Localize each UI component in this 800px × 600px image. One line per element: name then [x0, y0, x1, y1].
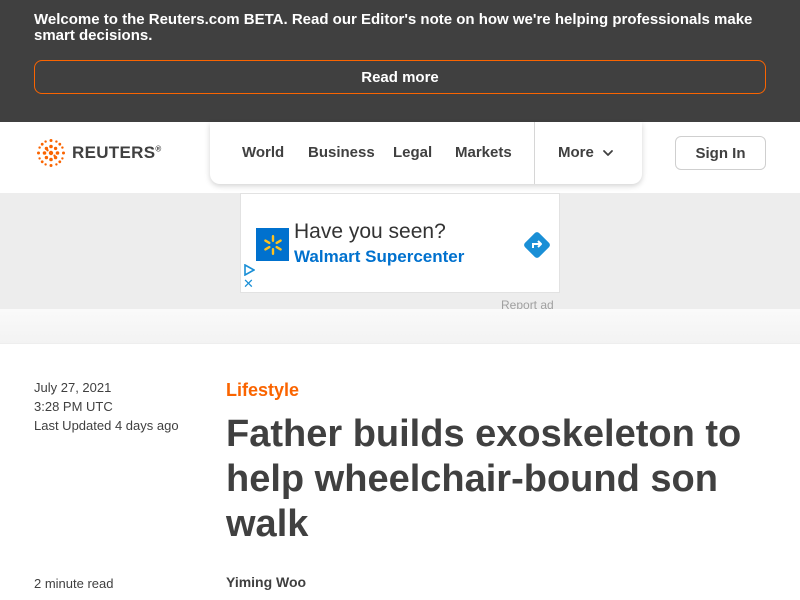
main-nav: World Business Legal Markets More	[210, 122, 642, 184]
ad-headline: Have you seen?	[294, 220, 446, 243]
nav-business[interactable]: Business	[308, 144, 375, 161]
nav-legal[interactable]: Legal	[393, 144, 432, 161]
advertisement[interactable]: Have you seen? Walmart Supercenter ✕	[240, 193, 560, 293]
nav-divider	[534, 122, 535, 184]
nav-world[interactable]: World	[242, 144, 284, 161]
nav-more-label: More	[558, 144, 594, 161]
read-more-button[interactable]: Read more	[34, 60, 766, 94]
nav-more-button[interactable]: More	[558, 144, 614, 161]
directions-arrow-icon[interactable]	[523, 231, 551, 259]
article-headline: Father builds exoskeleton to help wheelc…	[226, 413, 742, 545]
publish-time: 3:28 PM UTC	[34, 399, 113, 414]
logo-wordmark: REUTERS®	[72, 143, 162, 162]
walmart-spark-icon	[256, 228, 289, 261]
reuters-logo-icon	[37, 139, 65, 167]
last-updated: Last Updated 4 days ago	[34, 418, 179, 433]
chevron-down-icon	[602, 149, 613, 156]
category-link[interactable]: Lifestyle	[226, 380, 299, 401]
author-link[interactable]: Yiming Woo	[226, 574, 306, 590]
spacer	[0, 309, 800, 343]
sign-in-button[interactable]: Sign In	[675, 136, 766, 170]
ad-band: Have you seen? Walmart Supercenter ✕ Rep…	[0, 193, 800, 312]
publish-date: July 27, 2021	[34, 380, 112, 395]
ad-choices-icon[interactable]	[243, 264, 255, 276]
article: July 27, 2021 3:28 PM UTC Last Updated 4…	[0, 343, 800, 600]
nav-markets[interactable]: Markets	[455, 144, 512, 161]
beta-banner: Welcome to the Reuters.com BETA. Read ou…	[0, 0, 800, 122]
close-icon[interactable]: ✕	[243, 277, 254, 290]
site-header: REUTERS® World Business Legal Markets Mo…	[0, 122, 800, 193]
read-time: 2 minute read	[34, 576, 114, 591]
reuters-logo[interactable]: REUTERS®	[34, 137, 162, 169]
beta-message: Welcome to the Reuters.com BETA. Read ou…	[34, 11, 753, 44]
ad-advertiser: Walmart Supercenter	[294, 247, 465, 266]
